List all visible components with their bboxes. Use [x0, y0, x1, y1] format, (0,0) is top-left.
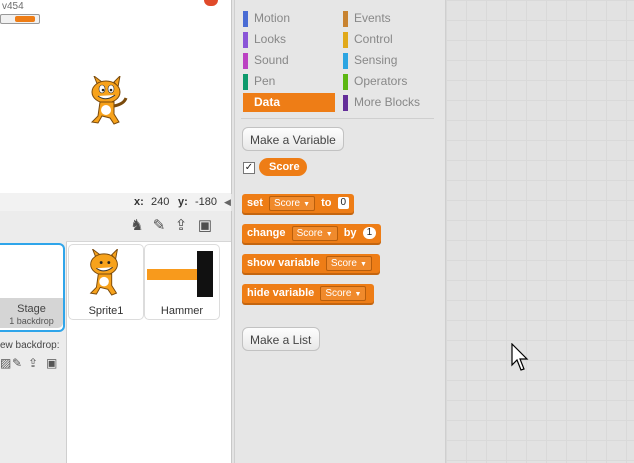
paint-brush-icon[interactable]: ✎ [150, 218, 168, 234]
control-swatch [343, 32, 348, 48]
sprite-tile-hammer[interactable]: Hammer [144, 244, 220, 320]
choose-sprite-icon[interactable]: ♞ [128, 218, 146, 234]
variable-dropdown[interactable]: Score ▼ [291, 225, 338, 241]
score-reporter[interactable]: Score [259, 158, 307, 176]
variable-dropdown[interactable]: Score ▼ [325, 255, 372, 271]
category-looks[interactable]: Looks [243, 31, 338, 48]
category-control[interactable]: Control [343, 31, 438, 48]
more-blocks-swatch [343, 95, 348, 111]
camera-backdrop-icon[interactable]: ▣ [46, 356, 57, 370]
make-list-button[interactable]: Make a List [242, 327, 320, 351]
palette-divider [241, 118, 434, 119]
mouse-coordinates: x: 240 y: -180 [0, 193, 231, 211]
x-label: x: [134, 196, 144, 208]
variable-dropdown[interactable]: Score ▼ [268, 195, 316, 211]
sprite-name: Sprite1 [88, 305, 124, 317]
category-motion[interactable]: Motion [243, 10, 338, 27]
upload-backdrop-icon[interactable]: ⇪ [28, 356, 38, 370]
backdrop-count: 1 backdrop [9, 316, 54, 326]
set-variable-block[interactable]: set Score ▼ to 0 [242, 194, 355, 213]
hide-variable-block[interactable]: hide variable Score ▼ [242, 284, 375, 303]
mouse-cursor-icon [511, 343, 529, 371]
sprite-name: Hammer [160, 305, 204, 317]
sensing-swatch [343, 53, 348, 69]
cat-sprite[interactable] [84, 76, 130, 128]
collapse-arrow-icon[interactable]: ◀ [224, 197, 231, 208]
value-input[interactable]: 0 [337, 197, 350, 210]
pen-swatch [243, 74, 248, 90]
new-sprite-toolbar: ♞ ✎ ⇪ ▣ [66, 211, 231, 242]
paint-backdrop-icon[interactable]: ✎ [12, 356, 22, 370]
category-pen[interactable]: Pen [243, 73, 338, 90]
version-label: v454 [2, 1, 24, 12]
y-value: -180 [195, 196, 218, 208]
x-value: 240 [151, 196, 170, 208]
upload-icon[interactable]: ⇪ [172, 218, 190, 234]
stage-thumbnail[interactable]: Stage 1 backdrop [0, 243, 65, 332]
stage-canvas[interactable]: v454 [0, 0, 232, 194]
score-visibility-checkbox[interactable]: ✓ [243, 162, 255, 174]
stage-title: Stage [17, 303, 46, 315]
category-sound[interactable]: Sound [243, 52, 338, 69]
sprite1-thumbnail-icon [89, 249, 118, 296]
y-label: y: [178, 196, 188, 208]
events-swatch [343, 11, 348, 27]
hammer-thumbnail-icon [147, 251, 213, 297]
category-more-blocks[interactable]: More Blocks [343, 94, 438, 111]
variable-monitor[interactable] [0, 14, 40, 24]
category-sensing[interactable]: Sensing [343, 52, 438, 69]
motion-swatch [243, 11, 248, 27]
show-variable-block[interactable]: show variable Score ▼ [242, 254, 380, 273]
change-variable-block[interactable]: change Score ▼ by 1 [242, 224, 382, 243]
sprite-tile-sprite1[interactable]: Sprite1 [68, 244, 144, 320]
scripts-area[interactable] [446, 0, 634, 463]
sound-swatch [243, 53, 248, 69]
category-data[interactable]: Data [243, 93, 335, 112]
category-events[interactable]: Events [343, 10, 438, 27]
backdrop-tools: ▨ ✎ ⇪ ▣ [0, 356, 64, 374]
operators-swatch [343, 74, 348, 90]
value-input[interactable]: 1 [362, 227, 377, 240]
variable-dropdown[interactable]: Score ▼ [320, 285, 367, 301]
category-operators[interactable]: Operators [343, 73, 438, 90]
make-variable-button[interactable]: Make a Variable [242, 127, 344, 151]
camera-icon[interactable]: ▣ [196, 218, 214, 234]
new-backdrop-label: ew backdrop: [0, 340, 60, 351]
stop-button[interactable] [204, 0, 218, 6]
choose-backdrop-icon[interactable]: ▨ [0, 356, 11, 370]
looks-swatch [243, 32, 248, 48]
